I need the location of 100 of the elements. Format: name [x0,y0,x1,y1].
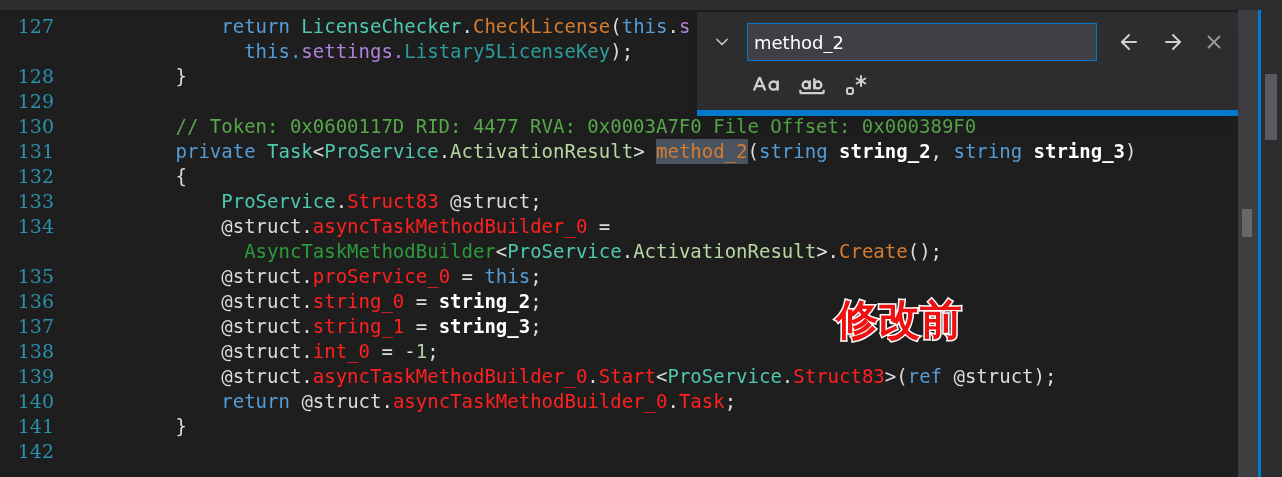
code-token: ; [724,389,737,414]
code-token: string_0 [312,289,405,314]
code-token: asyncTaskMethodBuilder_0 [312,214,588,239]
code-token: >. [816,239,840,264]
code-token: < [495,239,508,264]
code-token: ProService [507,239,622,264]
code-token: = [415,314,429,339]
line-number: 135 [17,265,54,287]
code-token: @struct; [450,189,542,214]
code-token: this. [244,39,302,64]
code-token: , [930,139,944,164]
line-number: 127 [17,15,54,37]
regex-icon[interactable] [844,73,868,97]
code-token: @struct. [221,289,313,314]
line-number: 134 [17,215,54,237]
code-token: >( [884,364,908,389]
code-token: . [621,239,634,264]
code-token: . [335,189,348,214]
code-token: s [678,14,691,39]
code-token: @struct. [221,364,313,389]
line-number: 138 [17,340,54,362]
code-token: Task [267,139,313,164]
code-token: Struct83 [347,189,439,214]
code-token: @struct. [221,314,313,339]
code-token: asyncTaskMethodBuilder_0 [312,364,588,389]
code-token: = [461,264,474,289]
code-token: . [461,14,473,39]
line-number: 132 [17,165,54,187]
code-token: ProService [221,189,336,214]
line-number: 141 [17,415,54,437]
code-token: // Token: 0x0600117D RID: 4477 RVA: 0x0003A7F0 File Offset: 0x000389F0 [175,114,977,139]
code-token: return [221,389,290,414]
code-token: ref [907,364,943,389]
scrollbar-thumb[interactable] [1265,74,1277,140]
line-number: 139 [17,365,54,387]
code-token: = - [381,339,416,364]
code-token: ; [530,264,542,289]
code-token: . [781,364,794,389]
code-token: this [484,264,531,289]
code-token: . [667,14,679,39]
line-number: 136 [17,290,54,312]
code-token: string [953,139,1024,164]
code-token: ProService [667,364,782,389]
scrollbar[interactable] [1238,10,1258,477]
code-token: this [621,14,668,39]
code-token: @struct. [301,389,393,414]
code-token: (); [907,239,942,264]
code-token: AsyncTaskMethodBuilder [244,239,496,264]
code-token: ; [530,314,542,339]
code-token: = [598,214,611,239]
code-token: CheckLicense [472,14,611,39]
code-token: } [175,414,187,439]
code-token: > [633,139,646,164]
code-token: private [175,139,257,164]
code-token: string_3 [438,314,531,339]
code-token: ( [747,139,759,164]
code-token: settings. [301,39,405,64]
code-token: . [587,364,599,389]
code-token: @struct. [221,214,313,239]
line-number: 142 [17,440,54,462]
code-token: = [415,289,429,314]
code-token: return [221,14,291,39]
code-token: LicenseChecker [301,14,462,39]
code-token: string [759,139,829,164]
code-token: @struct. [221,339,313,364]
code-token: < [312,139,325,164]
code-token: ProService [324,139,439,164]
line-number: 128 [17,65,54,87]
code-token: { [175,164,187,189]
line-number: 130 [17,115,54,137]
annotation-text: 修改前 [836,294,962,346]
code-token: ; [530,289,542,314]
code-token: . [438,139,451,164]
code-token: ActivationResult [633,239,817,264]
code-token: < [656,364,668,389]
code-token: } [175,64,187,89]
code-token: @struct. [221,264,313,289]
line-number: 129 [17,90,54,112]
code-token: . [667,389,679,414]
search-match: method_2 [656,139,748,164]
code-token: ) [1125,139,1137,164]
code-token: int_0 [312,339,370,364]
code-token: Listary5LicenseKey [404,39,611,64]
code-token: string_3 [1033,139,1126,164]
code-token: string_1 [312,314,405,339]
code-token: Create [839,239,908,264]
code-token: @struct); [953,364,1057,389]
code-token: ); [610,39,634,64]
code-token: string_2 [839,139,931,164]
code-token: 1 [415,339,428,364]
scrollbar-thumb[interactable] [1242,209,1252,237]
line-number: 140 [17,390,54,412]
line-number: 137 [17,315,54,337]
line-number: 131 [17,140,54,162]
code-token: ( [610,14,622,39]
code-token: asyncTaskMethodBuilder_0 [392,389,668,414]
code-token: ActivationResult [450,139,634,164]
code-token: ; [427,339,439,364]
line-number: 133 [17,190,54,212]
find-input[interactable]: method_2 [747,23,1097,61]
